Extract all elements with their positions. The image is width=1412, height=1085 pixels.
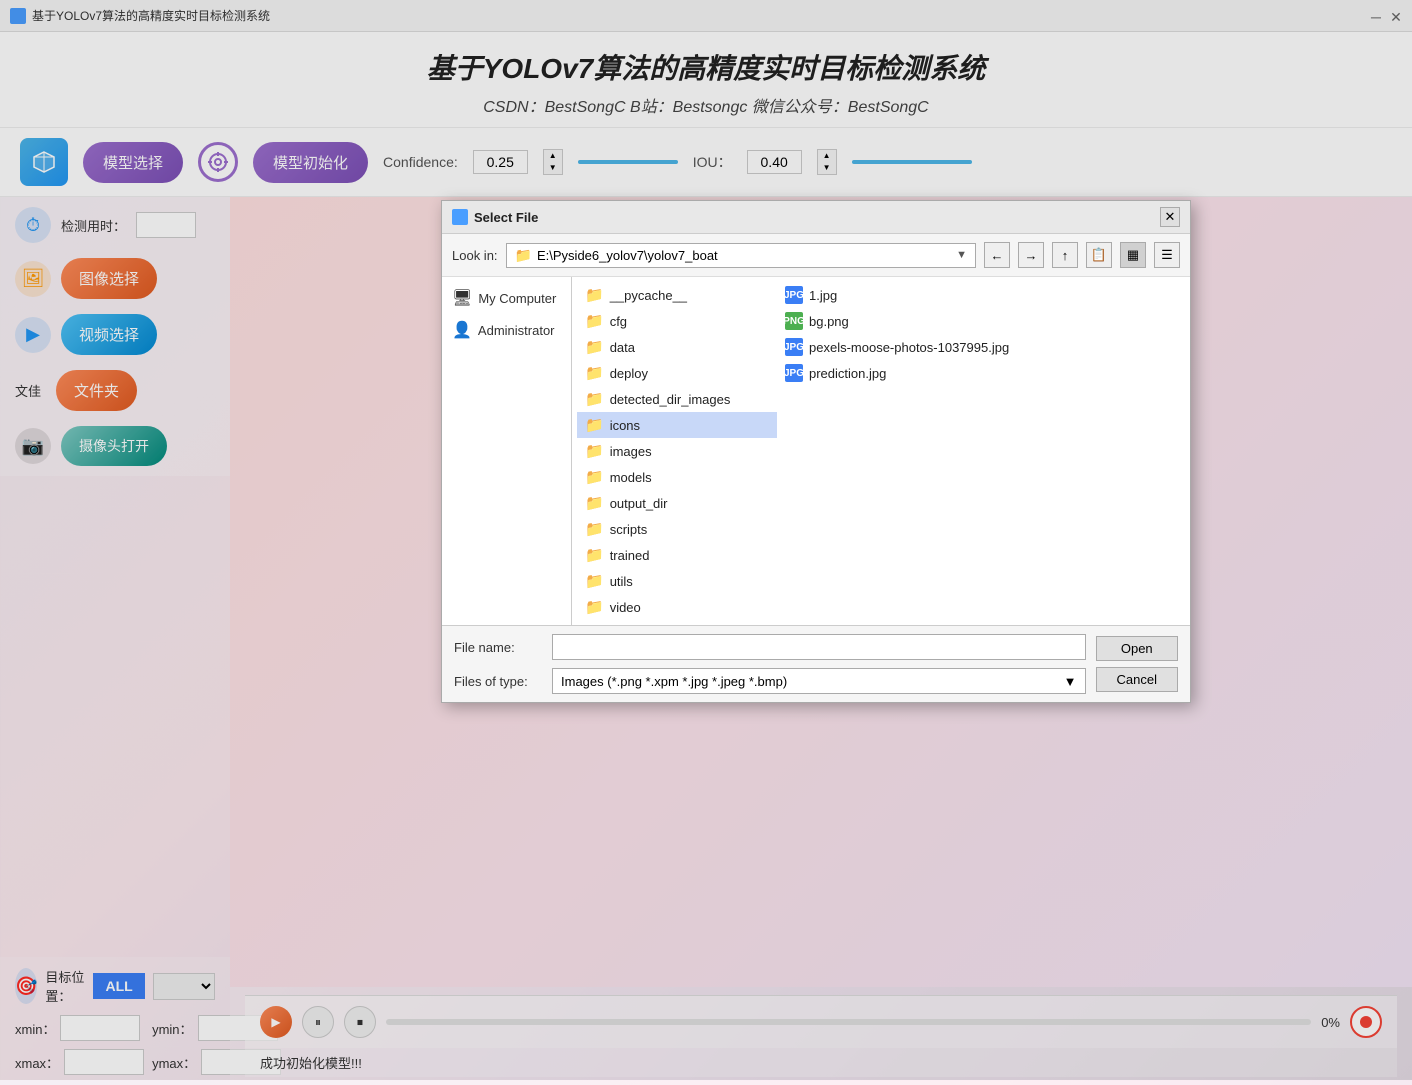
file-item-prediction[interactable]: JPG prediction.jpg <box>777 360 1185 386</box>
folder-name-utils: utils <box>610 574 633 589</box>
dialog-body: 🖥 My Computer 👤 Administrator 📁 __pycach… <box>442 277 1190 626</box>
folder-name-video: video <box>610 600 641 615</box>
filetype-combo[interactable]: Images (*.png *.xpm *.jpg *.jpeg *.bmp) … <box>552 668 1086 694</box>
dialog-files: 📁 __pycache__ 📁 cfg 📁 data 📁 <box>572 277 1190 625</box>
filename-label: File name: <box>454 640 544 655</box>
folder-icon-cfg: 📁 <box>585 312 604 330</box>
filename-input[interactable] <box>552 634 1086 660</box>
folder-item-pycache[interactable]: 📁 __pycache__ <box>577 282 777 308</box>
look-in-path: E:\Pyside6_yolov7\yolov7_boat <box>537 248 718 263</box>
folder-item-output[interactable]: 📁 output_dir <box>577 490 777 516</box>
dialog-bottom: File name: Files of type: Images (*.png … <box>442 626 1190 702</box>
folder-icon-icons: 📁 <box>585 416 604 434</box>
folder-icon-video: 📁 <box>585 598 604 616</box>
folder-item-detected-dir[interactable]: 📁 detected_dir_images <box>577 386 777 412</box>
filetype-label: Files of type: <box>454 674 544 689</box>
folder-icon-utils: 📁 <box>585 572 604 590</box>
folder-item-cfg[interactable]: 📁 cfg <box>577 308 777 334</box>
file-item-1jpg[interactable]: JPG 1.jpg <box>777 282 1185 308</box>
nav-up-button[interactable]: ↑ <box>1052 242 1078 268</box>
folder-column: 📁 __pycache__ 📁 cfg 📁 data 📁 <box>577 282 777 620</box>
folder-item-scripts[interactable]: 📁 scripts <box>577 516 777 542</box>
folder-item-trained[interactable]: 📁 trained <box>577 542 777 568</box>
filetype-value: Images (*.png *.xpm *.jpg *.jpeg *.bmp) <box>561 674 787 689</box>
nav-back-button[interactable]: ← <box>984 242 1010 268</box>
dialog-title-bar: Select File ✕ <box>442 201 1190 234</box>
look-in-dropdown-arrow: ▼ <box>956 249 967 261</box>
folder-icon-trained: 📁 <box>585 546 604 564</box>
dialog-action-buttons: Open Cancel <box>1086 636 1178 692</box>
folder-name-cfg: cfg <box>610 314 627 329</box>
folder-name-scripts: scripts <box>610 522 648 537</box>
folder-item-video[interactable]: 📁 video <box>577 594 777 620</box>
filetype-row: Files of type: Images (*.png *.xpm *.jpg… <box>454 668 1086 694</box>
folder-item-models[interactable]: 📁 models <box>577 464 777 490</box>
dialog-nav: 🖥 My Computer 👤 Administrator <box>442 277 572 625</box>
folder-icon-scripts: 📁 <box>585 520 604 538</box>
nav-item-label-my-computer: My Computer <box>478 291 556 306</box>
folder-icon-data: 📁 <box>585 338 604 356</box>
folder-icon-models: 📁 <box>585 468 604 486</box>
folder-name-trained: trained <box>610 548 650 563</box>
file-name-bgpng: bg.png <box>809 314 849 329</box>
cancel-button[interactable]: Cancel <box>1096 667 1178 692</box>
bottom-fields: File name: Files of type: Images (*.png … <box>454 634 1086 694</box>
nav-bookmarks-button[interactable]: 📋 <box>1086 242 1112 268</box>
folder-icon-deploy: 📁 <box>585 364 604 382</box>
filename-row: File name: <box>454 634 1086 660</box>
view-detail-button[interactable]: ☰ <box>1154 242 1180 268</box>
folder-name-models: models <box>610 470 652 485</box>
user-icon: 👤 <box>452 320 472 340</box>
look-in-row: Look in: 📁 E:\Pyside6_yolov7\yolov7_boat… <box>442 234 1190 277</box>
folder-name-icons: icons <box>610 418 640 433</box>
folder-name-detected: detected_dir_images <box>610 392 731 407</box>
folder-name-images: images <box>610 444 652 459</box>
img-icon-1jpg: JPG <box>785 286 803 304</box>
select-file-dialog: Select File ✕ Look in: 📁 E:\Pyside6_yolo… <box>441 200 1191 703</box>
folder-item-icons[interactable]: 📁 icons <box>577 412 777 438</box>
look-in-label: Look in: <box>452 248 498 263</box>
look-in-combo[interactable]: 📁 E:\Pyside6_yolov7\yolov7_boat ▼ <box>506 243 976 268</box>
folder-icon: 📁 <box>515 247 532 264</box>
file-name-pexels: pexels-moose-photos-1037995.jpg <box>809 340 1009 355</box>
img-icon-prediction: JPG <box>785 364 803 382</box>
dialog-overlay: Select File ✕ Look in: 📁 E:\Pyside6_yolo… <box>0 0 1412 1080</box>
filetype-dropdown-arrow: ▼ <box>1064 674 1077 689</box>
folder-icon-images: 📁 <box>585 442 604 460</box>
folder-name-deploy: deploy <box>610 366 648 381</box>
computer-icon: 🖥 <box>452 288 472 308</box>
folder-name-output: output_dir <box>610 496 668 511</box>
file-name-1jpg: 1.jpg <box>809 288 837 303</box>
file-item-bgpng[interactable]: PNG bg.png <box>777 308 1185 334</box>
dialog-title: Select File <box>474 210 538 225</box>
folder-icon-detected: 📁 <box>585 390 604 408</box>
file-item-pexels[interactable]: JPG pexels-moose-photos-1037995.jpg <box>777 334 1185 360</box>
folder-name-pycache: __pycache__ <box>610 288 687 303</box>
img-icon-bgpng: PNG <box>785 312 803 330</box>
folder-item-images[interactable]: 📁 images <box>577 438 777 464</box>
folder-item-deploy[interactable]: 📁 deploy <box>577 360 777 386</box>
nav-item-label-administrator: Administrator <box>478 323 555 338</box>
view-list-button[interactable]: ▦ <box>1120 242 1146 268</box>
folder-name-data: data <box>610 340 635 355</box>
bottom-rows: File name: Files of type: Images (*.png … <box>454 634 1178 694</box>
img-icon-pexels: JPG <box>785 338 803 356</box>
open-button[interactable]: Open <box>1096 636 1178 661</box>
dialog-close-button[interactable]: ✕ <box>1160 207 1180 227</box>
nav-item-my-computer[interactable]: 🖥 My Computer <box>447 282 566 314</box>
nav-forward-button[interactable]: → <box>1018 242 1044 268</box>
dialog-icon <box>452 209 468 225</box>
files-layout: 📁 __pycache__ 📁 cfg 📁 data 📁 <box>577 282 1185 620</box>
nav-item-administrator[interactable]: 👤 Administrator <box>447 314 566 346</box>
folder-icon-pycache: 📁 <box>585 286 604 304</box>
folder-icon-output: 📁 <box>585 494 604 512</box>
folder-item-data[interactable]: 📁 data <box>577 334 777 360</box>
file-name-prediction: prediction.jpg <box>809 366 886 381</box>
file-column: JPG 1.jpg PNG bg.png JPG pexels-moose-ph… <box>777 282 1185 620</box>
dialog-title-left: Select File <box>452 209 538 225</box>
folder-item-utils[interactable]: 📁 utils <box>577 568 777 594</box>
